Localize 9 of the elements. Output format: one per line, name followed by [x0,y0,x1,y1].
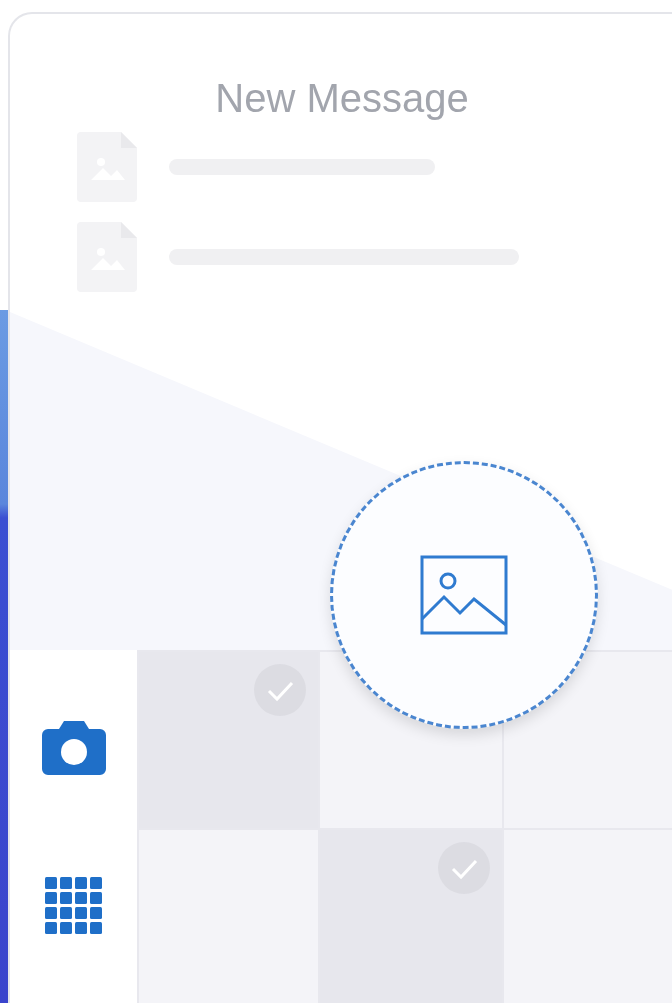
message-title: New Message [214,75,470,122]
photo-tile[interactable] [318,828,502,1003]
check-icon [438,842,490,894]
image-icon [420,555,508,635]
photo-tile[interactable] [137,828,318,1003]
camera-icon[interactable] [41,721,106,775]
grid-icon[interactable] [44,877,103,935]
photo-tile[interactable] [137,650,318,828]
check-icon [254,664,306,716]
